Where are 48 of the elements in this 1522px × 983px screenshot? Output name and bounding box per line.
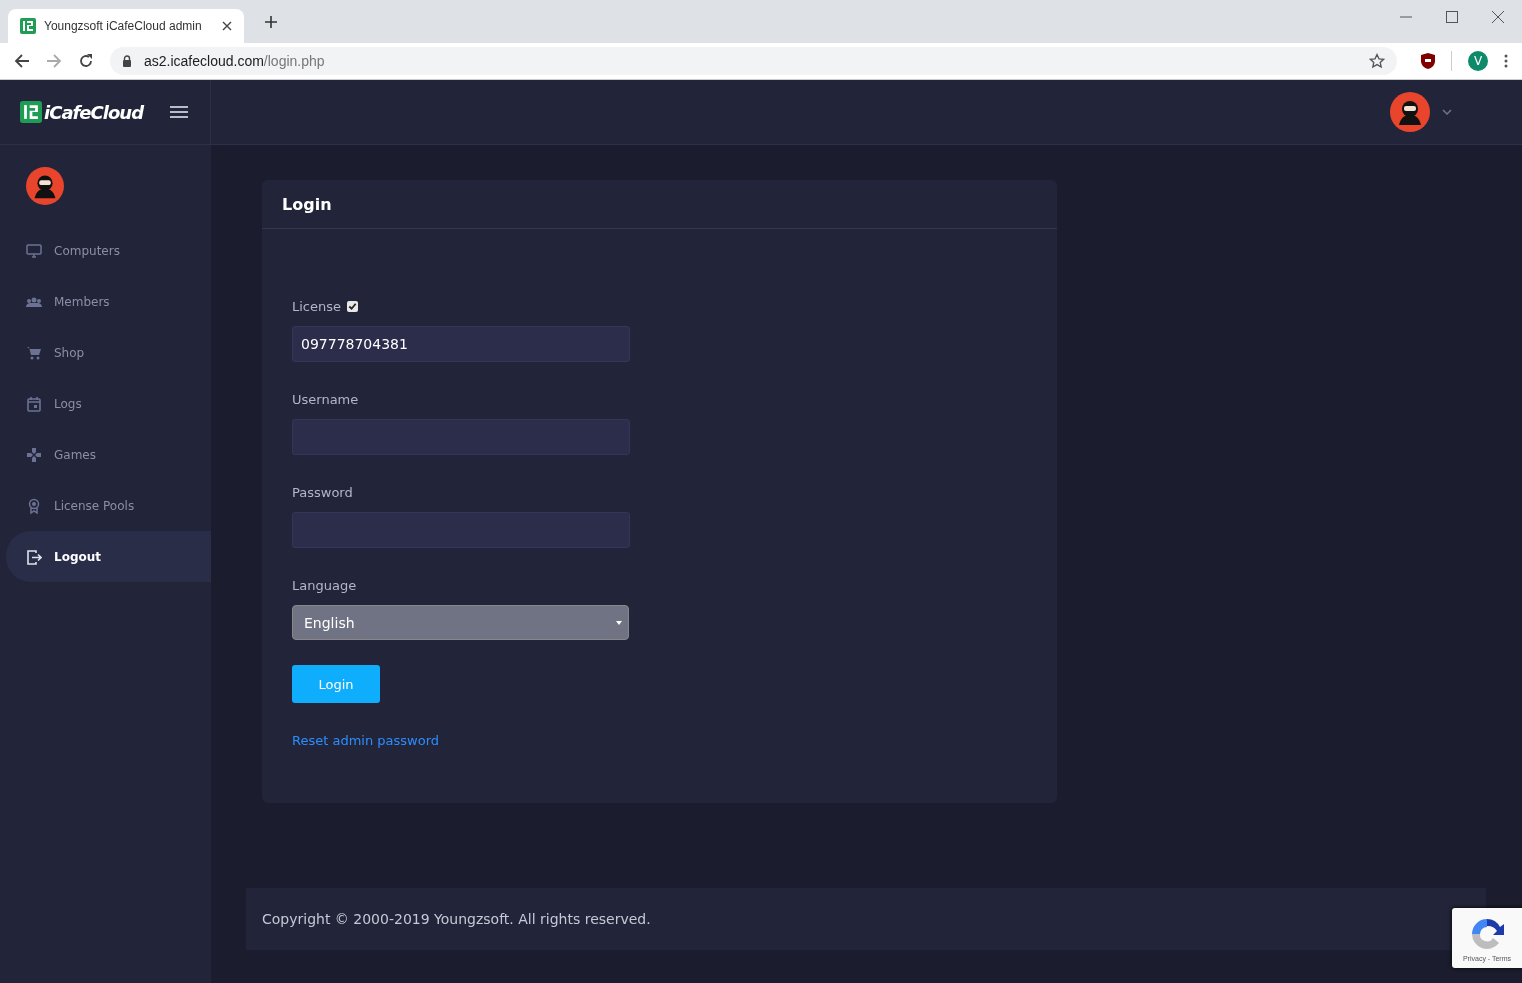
sidebar-item[interactable]: Computers	[6, 225, 211, 276]
reset-password-link[interactable]: Reset admin password	[292, 733, 440, 748]
browser-tab[interactable]: Youngzsoft iCafeCloud admin	[8, 9, 244, 43]
tab-title: Youngzsoft iCafeCloud admin	[44, 19, 203, 33]
close-icon[interactable]	[1492, 10, 1504, 23]
lock-icon	[122, 55, 132, 67]
copyright-text: Copyright © 2000-2019 Youngzsoft. All rights reserved.	[262, 911, 651, 927]
reload-icon[interactable]	[78, 53, 94, 69]
username-label: Username	[292, 392, 359, 407]
password-label: Password	[292, 485, 353, 500]
sidebar-item[interactable]: Logs	[6, 378, 211, 429]
menu-icon[interactable]	[170, 105, 188, 119]
monitor-icon	[26, 242, 42, 259]
profile-avatar[interactable]: V	[1468, 51, 1488, 71]
sidebar-item[interactable]: Shop	[6, 327, 211, 378]
language-label: Language	[292, 578, 357, 593]
avatar-icon[interactable]	[1390, 92, 1430, 132]
caret-icon	[616, 620, 622, 625]
language-dropdown[interactable]: English	[292, 605, 629, 640]
license-checkbox[interactable]	[347, 301, 358, 312]
login-button[interactable]: Login	[292, 665, 380, 703]
cart-icon	[26, 344, 42, 361]
calendar-icon	[26, 395, 42, 412]
sidebar-item[interactable]: Members	[6, 276, 211, 327]
close-icon[interactable]	[222, 21, 232, 31]
license-field[interactable]: 097778704381	[292, 326, 630, 362]
password-field[interactable]	[292, 512, 630, 548]
sidebar-item[interactable]: License Pools	[6, 480, 211, 531]
sidebar-item[interactable]: Logout	[6, 531, 211, 582]
shield-icon[interactable]	[1421, 53, 1435, 69]
maximize-icon[interactable]	[1446, 10, 1458, 23]
app-logo[interactable]: iCafeCloud	[20, 101, 143, 123]
gamepad-icon	[26, 446, 42, 463]
new-tab-icon[interactable]	[264, 14, 278, 29]
avatar-icon	[26, 167, 64, 205]
back-arrow-icon[interactable]	[14, 53, 30, 69]
username-field[interactable]	[292, 419, 630, 455]
logout-icon	[26, 548, 42, 565]
license-label: License	[292, 299, 341, 314]
star-icon[interactable]	[1369, 53, 1385, 69]
logo-icon	[20, 18, 36, 34]
address-bar[interactable]: as2.icafecloud.com/login.php	[110, 47, 1397, 75]
chevron-down-icon[interactable]	[1442, 109, 1452, 115]
card-title: Login	[282, 194, 332, 214]
url-text: as2.icafecloud.com/login.php	[144, 53, 325, 69]
menu-icon[interactable]	[1504, 54, 1508, 68]
badge-icon	[26, 497, 42, 514]
sidebar-item[interactable]: Games	[6, 429, 211, 480]
